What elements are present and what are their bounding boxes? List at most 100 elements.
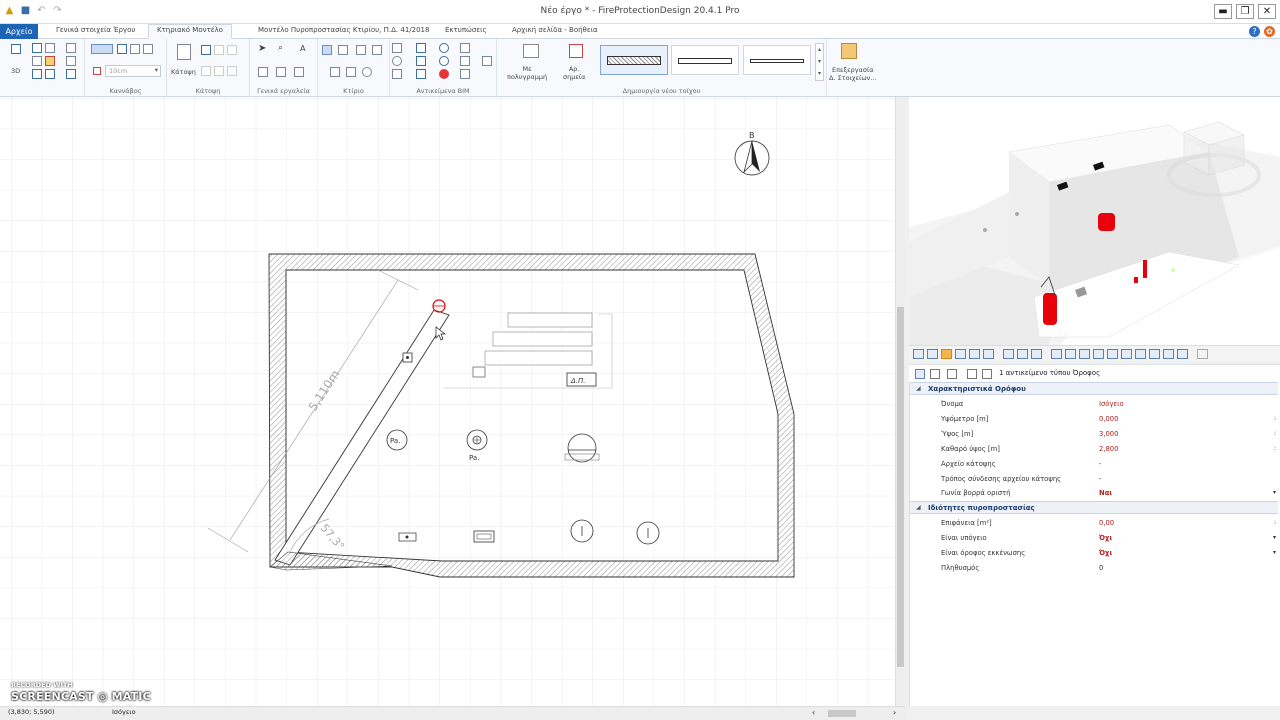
property-value[interactable]: 0 <box>1099 564 1103 572</box>
cube-left-icon[interactable] <box>1107 349 1118 359</box>
duplicate-icon[interactable] <box>32 69 42 79</box>
pan-icon[interactable] <box>1031 349 1042 359</box>
detector-icon[interactable] <box>439 56 449 66</box>
edit-elements-icon[interactable] <box>841 43 857 59</box>
alarm-icon[interactable] <box>439 69 449 79</box>
property-row[interactable]: Επιφάνεια [m²] 0,00 : <box>910 516 1278 531</box>
chevron-down-icon[interactable]: ▾ <box>1273 489 1276 496</box>
plan-canvas[interactable]: 5,110m 57,3° Β Δ.Π. Pa. Pa. <box>0 97 905 706</box>
view-perspective-icon[interactable] <box>955 349 966 359</box>
snap-grid-icon[interactable] <box>91 44 113 54</box>
points-wall-icon[interactable] <box>569 44 583 58</box>
cube-bottom-icon[interactable] <box>1135 349 1146 359</box>
wall-icon[interactable] <box>322 45 332 55</box>
view-back-icon[interactable] <box>927 349 938 359</box>
stair-icon[interactable] <box>362 67 372 77</box>
property-row[interactable]: Είναι υπόγειο Όχι ▾ <box>910 531 1278 546</box>
alarm-bell-icon[interactable] <box>567 433 597 463</box>
export-icon[interactable] <box>66 56 76 66</box>
chevron-down-icon[interactable]: ▾ <box>1273 549 1276 556</box>
ortho-icon[interactable] <box>130 44 140 54</box>
wall-type-hatched[interactable] <box>600 45 668 75</box>
tab-project-general[interactable]: Γενικά στοιχεία Έργου <box>56 26 135 34</box>
text-icon[interactable]: A <box>300 44 305 53</box>
rectangle-select-icon[interactable] <box>294 67 304 77</box>
plan-copy-icon[interactable] <box>214 45 224 55</box>
plan-drawing[interactable]: 5,110m 57,3° Β Δ.Π. Pa. Pa. <box>0 97 905 706</box>
fullscreen-icon[interactable] <box>1197 349 1208 359</box>
help-icon[interactable]: ? <box>1249 26 1260 37</box>
grid-icon[interactable] <box>32 43 42 53</box>
gallery-scroll[interactable]: ▴ ▾ ▾ <box>815 43 824 81</box>
magnet-icon[interactable] <box>93 67 101 75</box>
hierarchy-icon[interactable] <box>967 369 977 379</box>
edit-elements-button[interactable]: Επεξεργασία Δ. Στοιχείων... <box>829 66 877 82</box>
property-row[interactable]: Είναι όροφος εκκένωσης Όχι ▾ <box>910 546 1278 561</box>
zoom-out-icon[interactable] <box>1017 349 1028 359</box>
sort-category-icon[interactable] <box>915 369 925 379</box>
bim-rotate-icon[interactable] <box>392 56 402 66</box>
print-icon[interactable] <box>66 43 76 53</box>
plan-icon[interactable] <box>177 44 191 60</box>
plan-mirror-icon[interactable] <box>227 66 237 76</box>
view-side-icon[interactable] <box>983 349 994 359</box>
select-icon[interactable] <box>45 43 55 53</box>
cube-back-icon[interactable] <box>1121 349 1132 359</box>
property-row[interactable]: Ύψος [m] 3,000 : <box>910 427 1278 442</box>
section-fire-properties[interactable]: Ιδιότητες πυροπροστασίας <box>910 501 1278 514</box>
tab-prints[interactable]: Εκτυπώσεις <box>445 26 487 34</box>
cube-icon[interactable] <box>1051 349 1062 359</box>
close-button[interactable]: ✕ <box>1258 4 1276 19</box>
window-element-icon[interactable] <box>372 45 382 55</box>
cube-front-icon[interactable] <box>1079 349 1090 359</box>
property-value[interactable]: Ναι <box>1099 489 1112 497</box>
label-field-2[interactable] <box>492 331 593 347</box>
zoom-in-icon[interactable] <box>1003 349 1014 359</box>
wall-type-thinner[interactable] <box>743 45 811 75</box>
scroll-thumb[interactable] <box>828 710 856 717</box>
property-row[interactable]: Γωνία βορρά οριστή Ναι ▾ <box>910 486 1278 501</box>
property-row[interactable]: Υψόμετρο [m] 0,000 : <box>910 412 1278 427</box>
property-value[interactable]: Όχι <box>1099 549 1112 557</box>
property-row[interactable]: Τρόπος σύνδεσης αρχείου κάτοψης - <box>910 472 1278 487</box>
property-value[interactable]: 0,00 <box>1099 519 1114 527</box>
view-3d-panel[interactable] <box>909 97 1280 345</box>
beam-icon[interactable] <box>330 67 340 77</box>
tab-fire-protection-model[interactable]: Μοντέλο Πυροπροστασίας Κτιρίου, Π.Δ. 41/… <box>258 26 429 34</box>
spin-icon[interactable]: : <box>1274 415 1276 422</box>
property-value[interactable]: - <box>1099 475 1101 483</box>
bim-grid-icon[interactable] <box>482 56 492 66</box>
snap-point-icon[interactable] <box>117 44 127 54</box>
slab-icon[interactable] <box>346 67 356 77</box>
maximize-button[interactable]: ❐ <box>1236 4 1254 19</box>
polyline-wall-button[interactable]: Με πολυγραμμή <box>507 65 547 81</box>
chevron-down-icon[interactable]: ▾ <box>1273 534 1276 541</box>
zoom-icon[interactable]: ⌕ <box>278 43 283 53</box>
points-wall-button[interactable]: Αρ. σημεία <box>563 65 585 81</box>
plan-add-icon[interactable] <box>201 45 211 55</box>
measure-icon[interactable] <box>258 67 268 77</box>
property-value[interactable]: Ισόγειο <box>1099 400 1124 408</box>
tab-file[interactable]: Αρχείο <box>0 24 38 39</box>
cube-top-icon[interactable] <box>1065 349 1076 359</box>
tab-building-model[interactable]: Κτηριακό Μοντέλο <box>148 24 232 39</box>
sort-alpha-icon[interactable] <box>930 369 940 379</box>
plan-move-icon[interactable] <box>227 45 237 55</box>
property-row[interactable]: Όνομα Ισόγειο <box>910 397 1278 412</box>
bim-object-icon[interactable] <box>392 43 402 53</box>
spin-icon[interactable]: : <box>1274 519 1276 526</box>
property-value[interactable]: 2,800 <box>1099 445 1118 453</box>
pointer-icon[interactable]: ➤ <box>258 43 266 54</box>
hydrant-icon[interactable] <box>460 56 470 66</box>
window-icon[interactable] <box>45 69 55 79</box>
section-floor-characteristics[interactable]: Χαρακτηριστικά Ορόφου <box>910 382 1278 395</box>
bim-table-icon[interactable] <box>416 43 426 53</box>
rotate-right-icon[interactable] <box>1163 349 1174 359</box>
render-icon[interactable] <box>1177 349 1188 359</box>
polyline-wall-icon[interactable] <box>523 44 539 58</box>
bim-link-icon[interactable] <box>392 69 402 79</box>
scroll-right-icon[interactable]: › <box>893 708 896 717</box>
tab-home-help[interactable]: Αρχική σελίδα - Βοήθεια <box>512 26 598 34</box>
angle-icon[interactable] <box>143 44 153 54</box>
sprinkler-icon[interactable] <box>439 43 449 53</box>
